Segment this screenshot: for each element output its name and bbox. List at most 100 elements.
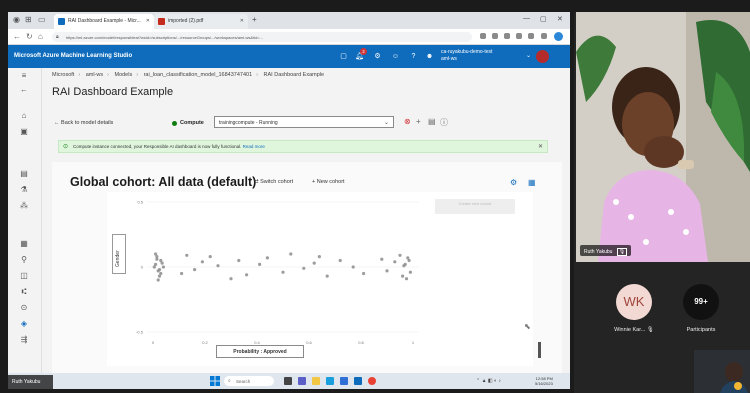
speaker-video-tile: Ruth Yakubu 🎙︎: [576, 12, 750, 262]
data-point: [312, 261, 316, 265]
speaker-name-label: Ruth Yakubu 🎙︎: [580, 245, 632, 256]
extension-icon[interactable]: [492, 33, 498, 39]
data-icon[interactable]: ▦: [18, 238, 30, 250]
data-point: [338, 258, 342, 263]
close-tab-icon[interactable]: ✕: [146, 18, 150, 24]
participant-tile[interactable]: WK Winnie Kar... 🎙︎: [602, 284, 666, 333]
close-window-icon[interactable]: ✕: [557, 15, 563, 23]
compute-select[interactable]: trainingcompute - Running ⌄: [214, 116, 394, 128]
endpoints-icon[interactable]: ⇶: [18, 334, 30, 346]
edge-icon[interactable]: [326, 377, 334, 385]
home-nav-icon[interactable]: ⌂: [18, 110, 30, 122]
browser-tab-bar: ◉ ⊞ ▭ RAI Dashboard Example - Micr... ✕ …: [8, 12, 570, 29]
notebooks-icon[interactable]: ▤: [18, 168, 30, 180]
outlook-icon[interactable]: [354, 377, 362, 385]
jobs-icon[interactable]: ⚲: [18, 254, 30, 266]
ml-workspace-icon[interactable]: ▢: [338, 51, 349, 62]
add-compute-icon[interactable]: +: [416, 117, 421, 126]
close-banner-icon[interactable]: ✕: [538, 143, 543, 150]
home-icon[interactable]: ⌂: [38, 32, 43, 41]
breadcrumb-item[interactable]: Models: [114, 72, 132, 78]
new-cohort-label: New cohort: [316, 179, 345, 185]
back-to-model-details-button[interactable]: ← Back to model details: [54, 120, 113, 126]
system-tray-icons[interactable]: ⌃ ▲ ◧ ◐ ♪: [476, 378, 501, 384]
environments-icon[interactable]: ⊙: [18, 302, 30, 314]
automl-icon[interactable]: ⚗: [18, 184, 30, 196]
data-point: [237, 258, 241, 263]
new-cohort-button[interactable]: + New cohort: [312, 179, 345, 185]
taskbar-search[interactable]: ⌕ Search: [224, 376, 274, 386]
account-smiley-icon[interactable]: ☻: [424, 51, 435, 62]
settings-gear-icon[interactable]: ⚙: [510, 178, 517, 187]
chevron-down-icon: ⌄: [383, 120, 389, 126]
collections-icon[interactable]: [516, 33, 522, 39]
global-cohort-title: Global cohort: All data (default): [70, 175, 257, 189]
browser-workspaces-icon[interactable]: ⊞: [25, 15, 32, 24]
success-check-icon: ⊙: [63, 144, 69, 150]
designer-icon[interactable]: ⁂: [18, 200, 30, 212]
extension-icon[interactable]: [480, 33, 486, 39]
data-point: [385, 269, 389, 273]
browser-tab-actions-icon[interactable]: ▭: [38, 15, 46, 24]
feedback-icon[interactable]: ☺: [390, 51, 401, 62]
breadcrumb-item[interactable]: rai_loan_classification_model_1684374740…: [144, 72, 253, 78]
x-tick-label: 0.6: [306, 340, 312, 345]
browser-tab-rai-dashboard[interactable]: RAI Dashboard Example - Micr... ✕: [54, 14, 154, 29]
left-nav-rail: ≡ ← ⌂ ▣ ▤ ⚗ ⁂ ▦ ⚲ ◫ ⑆ ⊙ ◈ ⇶: [8, 68, 42, 373]
browser-tab-label: imported (2).pdf: [168, 18, 204, 24]
model-catalog-icon[interactable]: ▣: [18, 126, 30, 138]
stop-compute-icon[interactable]: ⊗: [404, 117, 411, 126]
dashboard-config-icon[interactable]: ▦: [528, 178, 536, 187]
back-arrow-icon[interactable]: ←: [13, 32, 21, 41]
task-view-icon[interactable]: [284, 377, 292, 385]
data-point: [281, 270, 285, 274]
browser-profile-icon[interactable]: ◉: [13, 15, 20, 24]
self-video-image: [694, 350, 750, 393]
plus-icon: +: [312, 179, 316, 185]
account-info[interactable]: ca-ruyakubu-demo-test aml-ws: [441, 49, 531, 63]
compute-details-icon[interactable]: ▤: [428, 117, 436, 126]
breadcrumb-item[interactable]: aml-ws: [86, 72, 103, 78]
url-field[interactable]: 🔒︎ https://ml.azure.com/model/responsibl…: [52, 32, 472, 42]
hamburger-menu-icon[interactable]: ≡: [18, 70, 30, 82]
x-axis-selector[interactable]: Probability : Approved: [216, 345, 304, 358]
help-icon[interactable]: ?: [408, 51, 419, 62]
switch-cohort-button[interactable]: ⇄ Switch cohort: [254, 179, 293, 185]
windows-start-icon[interactable]: [210, 376, 220, 386]
settings-icon[interactable]: ⚙: [372, 51, 383, 62]
models-nav-icon[interactable]: ◈: [18, 318, 30, 330]
account-avatar[interactable]: [536, 50, 549, 63]
teams-icon[interactable]: [298, 377, 306, 385]
refresh-icon[interactable]: ↻: [26, 32, 33, 41]
breadcrumb-item[interactable]: Microsoft: [52, 72, 74, 78]
info-icon[interactable]: ⓘ: [440, 117, 448, 128]
read-more-link[interactable]: Read more: [243, 144, 265, 149]
account-chevron-icon[interactable]: ⌄: [526, 52, 531, 59]
participants-button[interactable]: 99+ Participants: [676, 284, 726, 333]
minimize-window-icon[interactable]: —: [523, 15, 530, 22]
pipelines-icon[interactable]: ⑆: [18, 286, 30, 298]
chrome-icon[interactable]: [368, 377, 376, 385]
lock-icon: 🔒︎: [56, 34, 59, 40]
edge-copilot-icon[interactable]: [554, 32, 563, 41]
profile-icon[interactable]: [528, 33, 534, 39]
search-icon: ⌕: [228, 378, 231, 384]
data-point: [159, 271, 163, 276]
favorites-icon[interactable]: [504, 33, 510, 39]
shared-screen: ◉ ⊞ ▭ RAI Dashboard Example - Micr... ✕ …: [8, 12, 570, 389]
file-explorer-icon[interactable]: [312, 377, 320, 385]
data-point: [245, 273, 249, 277]
more-options-icon[interactable]: [541, 33, 547, 39]
taskbar-clock[interactable]: 12:58 PM 5/16/2023: [535, 376, 553, 386]
breadcrumb-separator: ›: [136, 72, 139, 78]
store-icon[interactable]: [340, 377, 348, 385]
data-point: [265, 256, 269, 260]
panel-scrollbar[interactable]: [538, 342, 541, 358]
close-tab-icon[interactable]: ✕: [240, 18, 244, 24]
speaker-name: Ruth Yakubu: [584, 249, 613, 255]
new-tab-button[interactable]: +: [252, 15, 257, 24]
back-nav-icon[interactable]: ←: [18, 84, 30, 96]
maximize-window-icon[interactable]: ▢: [540, 15, 547, 23]
components-icon[interactable]: ◫: [18, 270, 30, 282]
browser-tab-pdf[interactable]: imported (2).pdf ✕: [154, 14, 248, 29]
